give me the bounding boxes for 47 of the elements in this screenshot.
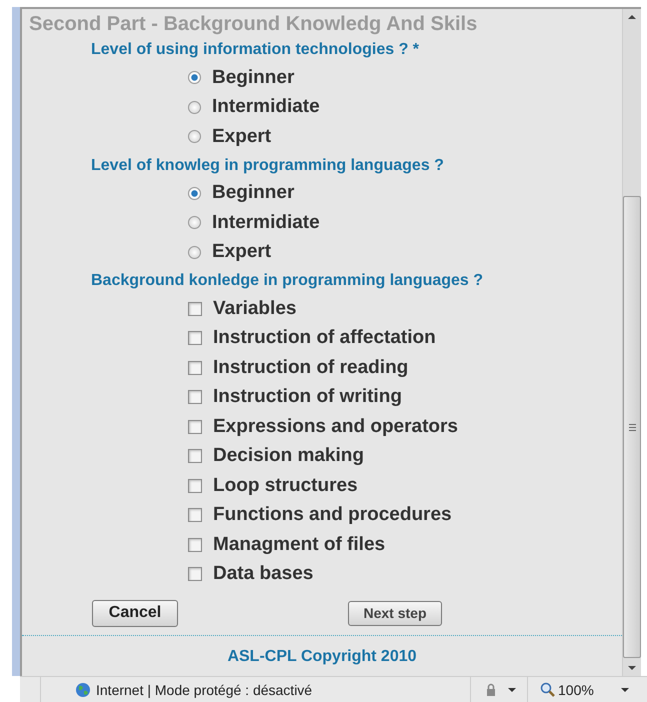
option-label: Instruction of writing (213, 386, 402, 408)
question-label: Background konledge in programming languages ? (90, 271, 484, 291)
copyright-text: ASL-CPL Copyright 2010 (226, 647, 418, 666)
option-label: Data bases (213, 563, 314, 586)
zone-text: Internet | Mode protégé : désactivé (96, 682, 312, 698)
option-label: Expert (212, 126, 272, 148)
globe-icon (75, 682, 91, 698)
option-label: Managment of files (213, 534, 386, 556)
radio-button[interactable] (188, 216, 201, 230)
checkbox[interactable] (188, 331, 202, 346)
zoom-level[interactable]: 100% (558, 682, 594, 698)
option-label: Expressions and operators (213, 416, 458, 438)
scrollbar[interactable] (622, 9, 641, 676)
next-step-button[interactable]: Next step (348, 600, 442, 626)
checkbox[interactable] (188, 538, 202, 552)
scroll-thumb[interactable] (623, 196, 641, 658)
checkbox[interactable] (188, 508, 202, 522)
caret-icon[interactable] (620, 686, 630, 693)
option-label: Expert (212, 241, 272, 264)
section-title: Second Part - Background Knowledg And Skils (28, 12, 478, 36)
question-label: Level of using information technologies ? * (90, 40, 420, 60)
option-label: Beginner (212, 66, 294, 89)
option-label: Instruction of reading (213, 356, 408, 379)
option-label: Beginner (212, 182, 294, 204)
option-label: Intermidiate (212, 96, 320, 118)
checkbox[interactable] (188, 420, 202, 434)
radio-button[interactable] (188, 71, 201, 84)
option-label: Intermidiate (212, 212, 320, 234)
radio-button[interactable] (188, 130, 201, 144)
checkbox[interactable] (188, 390, 202, 404)
option-label: Variables (213, 298, 296, 320)
checkbox[interactable] (188, 302, 202, 316)
checkbox[interactable] (188, 567, 202, 582)
radio-button[interactable] (188, 186, 201, 200)
cancel-button[interactable]: Cancel (92, 600, 178, 626)
checkbox[interactable] (188, 449, 202, 464)
radio-button[interactable] (188, 100, 201, 114)
question-label: Level of knowleg in programming languages ? (90, 156, 445, 176)
option-label: Instruction of affectation (213, 327, 436, 350)
option-label: Loop structures (213, 474, 358, 497)
caret-icon[interactable] (507, 686, 517, 693)
zoom-icon[interactable] (540, 682, 556, 698)
option-label: Decision making (213, 445, 364, 468)
checkbox[interactable] (188, 360, 202, 375)
option-label: Functions and procedures (213, 504, 452, 526)
radio-button[interactable] (188, 246, 201, 259)
checkbox[interactable] (188, 478, 202, 493)
